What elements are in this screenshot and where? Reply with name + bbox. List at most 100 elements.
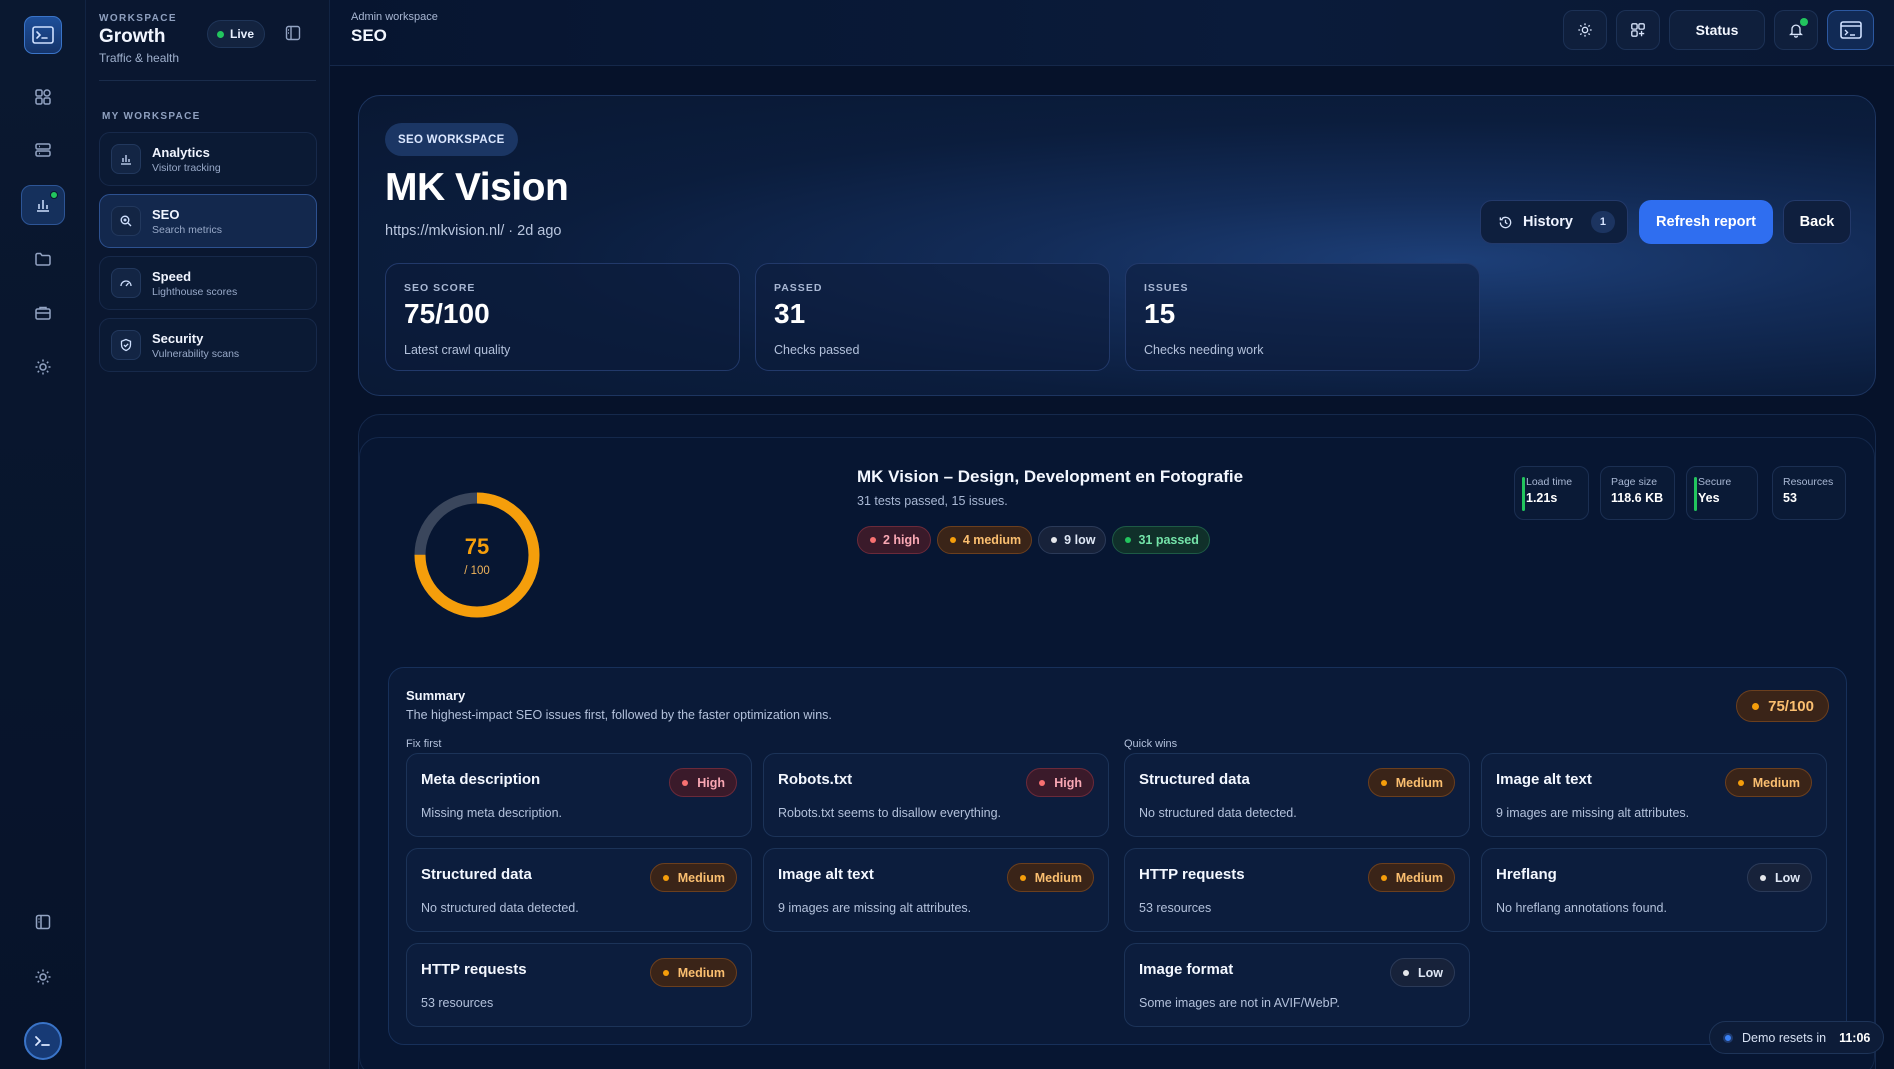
breadcrumb[interactable]: Admin workspace xyxy=(351,11,438,23)
stat-sub: Checks needing work xyxy=(1144,343,1264,357)
summary-panel: Summary The highest-impact SEO issues fi… xyxy=(388,667,1847,1045)
issue-title: HTTP requests xyxy=(1139,866,1245,883)
issue-card[interactable]: Structured data No structured data detec… xyxy=(406,848,752,932)
metric-label: Secure xyxy=(1698,476,1732,488)
issue-card[interactable]: Robots.txt Robots.txt seems to disallow … xyxy=(763,753,1109,837)
sun-icon[interactable] xyxy=(21,347,65,387)
notifications-button[interactable] xyxy=(1774,10,1818,50)
severity-dot-icon xyxy=(1380,779,1387,786)
user-avatar[interactable] xyxy=(24,1022,62,1060)
terminal-logo-icon[interactable] xyxy=(24,16,62,54)
refresh-report-button[interactable]: Refresh report xyxy=(1639,200,1773,244)
severity-badge: High xyxy=(1026,768,1094,797)
workspace-kicker-badge: SEO WORKSPACE xyxy=(385,123,518,156)
workspace-sidebar: WORKSPACE Growth Traffic & health Live M… xyxy=(86,0,330,1069)
issue-title: Robots.txt xyxy=(778,771,853,788)
sidebar-item-speed[interactable]: Speed Lighthouse scores xyxy=(99,256,317,310)
issue-card[interactable]: Structured data No structured data detec… xyxy=(1124,753,1470,837)
chip-label: 4 medium xyxy=(962,533,1022,547)
sidebar-item-seo[interactable]: SEO Search metrics xyxy=(99,194,317,248)
metric-status-bar xyxy=(1522,477,1525,511)
status-button[interactable]: Status xyxy=(1669,10,1765,50)
bar-chart-icon[interactable] xyxy=(21,185,65,225)
stat-sub: Checks passed xyxy=(774,343,860,357)
folder-icon[interactable] xyxy=(21,239,65,279)
stat-value: 75/100 xyxy=(404,298,490,329)
sidebar-item-sub: Vulnerability scans xyxy=(152,347,240,360)
issue-description: Missing meta description. xyxy=(421,806,563,820)
issue-card[interactable]: Hreflang No hreflang annotations found. … xyxy=(1481,848,1827,932)
stat-sub: Latest crawl quality xyxy=(404,343,511,357)
issue-card[interactable]: HTTP requests 53 resources Medium xyxy=(406,943,752,1027)
low-dot-icon xyxy=(1051,537,1058,543)
metric-label: Page size xyxy=(1611,476,1658,488)
settings-sun-icon[interactable] xyxy=(21,957,65,997)
live-dot-icon xyxy=(217,30,224,38)
bar-chart-icon xyxy=(111,144,141,174)
low-count-chip[interactable]: 9 low xyxy=(1038,526,1107,554)
sun-icon xyxy=(1577,22,1593,38)
dashboard-grid-icon[interactable] xyxy=(21,77,65,117)
issue-card[interactable]: Image alt text 9 images are missing alt … xyxy=(1481,753,1827,837)
demo-reset-timer: Demo resets in 11:06 xyxy=(1709,1021,1884,1054)
severity-dot-icon xyxy=(662,969,669,976)
collapse-sidebar-icon[interactable] xyxy=(282,22,304,44)
apps-button[interactable] xyxy=(1616,10,1660,50)
severity-label: Medium xyxy=(677,965,725,980)
demo-reset-label: Demo resets in xyxy=(1742,1030,1827,1045)
metric-label: Load time xyxy=(1526,476,1573,488)
issue-card[interactable]: Meta description Missing meta descriptio… xyxy=(406,753,752,837)
issue-title: Image format xyxy=(1139,961,1234,978)
medium-count-chip[interactable]: 4 medium xyxy=(936,526,1033,554)
hero-panel: SEO WORKSPACE MK Vision https://mkvision… xyxy=(358,95,1876,396)
severity-label: Medium xyxy=(1395,775,1443,790)
sidebar-item-analytics[interactable]: Analytics Visitor tracking xyxy=(99,132,317,186)
history-button[interactable]: History 1 xyxy=(1480,200,1628,244)
stat-card-issues: ISSUES 15 Checks needing work xyxy=(1125,263,1480,371)
server-icon[interactable] xyxy=(21,131,65,171)
issue-description: No structured data detected. xyxy=(421,901,579,915)
high-count-chip[interactable]: 2 high xyxy=(857,526,931,554)
gauge-icon xyxy=(111,268,141,298)
sidebar-toggle-icon[interactable] xyxy=(21,902,65,942)
site-url-subtitle: https://mkvision.nl/ · 2d ago xyxy=(385,223,562,239)
theme-toggle-button[interactable] xyxy=(1563,10,1607,50)
issue-title: Image alt text xyxy=(778,866,874,883)
workspace-kicker: WORKSPACE xyxy=(99,13,177,24)
sidebar-item-sub: Search metrics xyxy=(152,223,223,236)
severity-label: High xyxy=(1054,775,1082,790)
issue-card[interactable]: Image format Some images are not in AVIF… xyxy=(1124,943,1470,1027)
issue-card[interactable]: Image alt text 9 images are missing alt … xyxy=(763,848,1109,932)
passed-count-chip[interactable]: 31 passed xyxy=(1112,526,1210,554)
issue-description: No hreflang annotations found. xyxy=(1496,901,1667,915)
sidebar-item-sub: Visitor tracking xyxy=(152,161,221,174)
issue-description: 9 images are missing alt attributes. xyxy=(1496,806,1690,820)
fix-first-heading: Fix first xyxy=(406,738,442,750)
severity-badge: Medium xyxy=(1724,768,1812,797)
severity-dot-icon xyxy=(1019,874,1026,881)
sidebar-item-label: SEO xyxy=(152,206,180,222)
metric-value: 118.6 KB xyxy=(1611,491,1664,505)
sidebar-item-label: Security xyxy=(152,330,204,346)
issue-card[interactable]: HTTP requests 53 resources Medium xyxy=(1124,848,1470,932)
severity-badge: Medium xyxy=(649,958,737,987)
chip-label: 31 passed xyxy=(1138,533,1199,547)
chip-label: 2 high xyxy=(883,533,920,547)
summary-title: Summary xyxy=(406,688,466,703)
stat-kicker: SEO SCORE xyxy=(404,282,476,294)
profile-button[interactable] xyxy=(1827,10,1874,50)
back-button[interactable]: Back xyxy=(1783,200,1851,244)
severity-badge: Medium xyxy=(1367,768,1455,797)
severity-dot-icon xyxy=(1760,874,1766,881)
briefcase-icon[interactable] xyxy=(21,293,65,333)
stat-value: 15 xyxy=(1144,298,1176,329)
severity-badge: Low xyxy=(1747,863,1812,892)
sidebar-item-label: Speed xyxy=(152,268,192,284)
severity-dot-icon xyxy=(1737,779,1744,786)
severity-label: Medium xyxy=(1395,870,1443,885)
sidebar-item-security[interactable]: Security Vulnerability scans xyxy=(99,318,317,372)
severity-label: Medium xyxy=(1752,775,1800,790)
issue-title: Hreflang xyxy=(1496,866,1557,883)
site-name-title: MK Vision xyxy=(385,166,569,209)
sidebar-item-sub: Lighthouse scores xyxy=(152,285,238,298)
